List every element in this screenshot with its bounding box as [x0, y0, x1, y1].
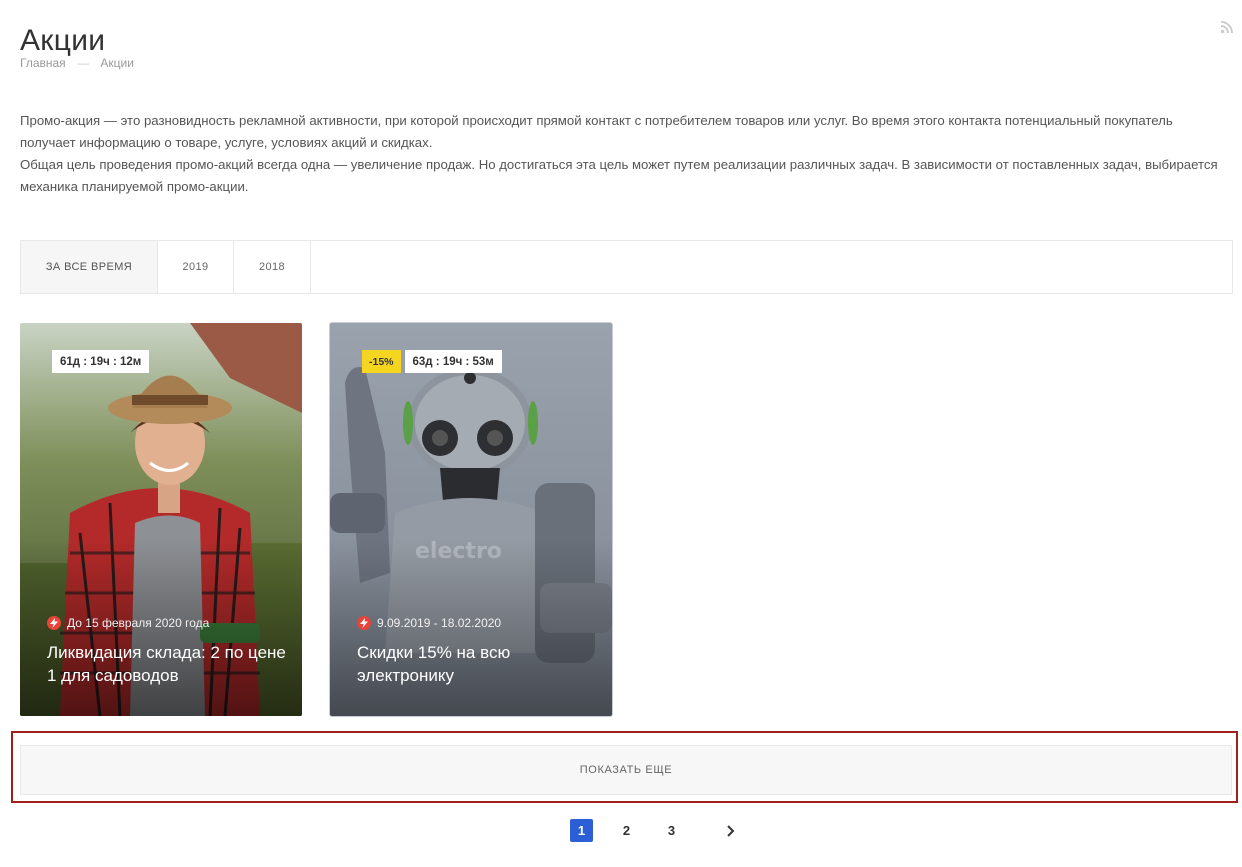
page-3-link[interactable]: 3	[660, 819, 683, 842]
page-title: Акции	[20, 24, 106, 58]
card-title[interactable]: Ликвидация склада: 2 по цене 1 для садов…	[47, 641, 287, 687]
breadcrumb: Главная — Акции	[20, 56, 134, 70]
tab-2019[interactable]: 2019	[158, 241, 234, 293]
card-date: До 15 февраля 2020 года	[47, 616, 209, 630]
chevron-right-icon[interactable]	[719, 819, 742, 842]
breadcrumb-current: Акции	[100, 56, 134, 70]
card-date: 9.09.2019 - 18.02.2020	[357, 616, 501, 630]
tab-all-time[interactable]: ЗА ВСЕ ВРЕМЯ	[21, 241, 158, 293]
card-date-text: До 15 февраля 2020 года	[67, 616, 210, 630]
page-2-link[interactable]: 2	[615, 819, 638, 842]
show-more-button[interactable]: ПОКАЗАТЬ ЕЩЕ	[20, 745, 1232, 795]
card-date-text: 9.09.2019 - 18.02.2020	[377, 616, 502, 630]
discount-badge: -15%	[362, 350, 401, 373]
intro-text: Промо-акция — это разновидность рекламно…	[20, 110, 1220, 198]
lightning-icon	[357, 616, 371, 630]
countdown-timer: 63д : 19ч : 53м	[404, 350, 502, 373]
breadcrumb-home-link[interactable]: Главная	[20, 56, 66, 70]
intro-paragraph-1: Промо-акция — это разновидность рекламно…	[20, 113, 1173, 150]
rss-icon[interactable]	[1218, 18, 1236, 36]
card-badges: 61д : 19ч : 12м	[52, 350, 150, 373]
countdown-timer: 61д : 19ч : 12м	[52, 350, 150, 373]
promo-card[interactable]: 61д : 19ч : 12м До 15 февраля 2020 года …	[20, 323, 302, 716]
page-1-link[interactable]: 1	[570, 819, 593, 842]
tab-2018[interactable]: 2018	[234, 241, 311, 293]
card-title[interactable]: Скидки 15% на всю электронику	[357, 641, 597, 687]
promo-card[interactable]: electro -15% 63д : 19ч : 53м 9.09.2019 -…	[330, 323, 612, 716]
pagination: 1 2 3	[570, 819, 742, 842]
breadcrumb-separator: —	[77, 56, 90, 70]
lightning-icon	[47, 616, 61, 630]
year-filter-tabs: ЗА ВСЕ ВРЕМЯ 2019 2018	[20, 240, 1233, 294]
intro-paragraph-2: Общая цель проведения промо-акций всегда…	[20, 157, 1218, 194]
card-badges: -15% 63д : 19ч : 53м	[362, 350, 502, 373]
